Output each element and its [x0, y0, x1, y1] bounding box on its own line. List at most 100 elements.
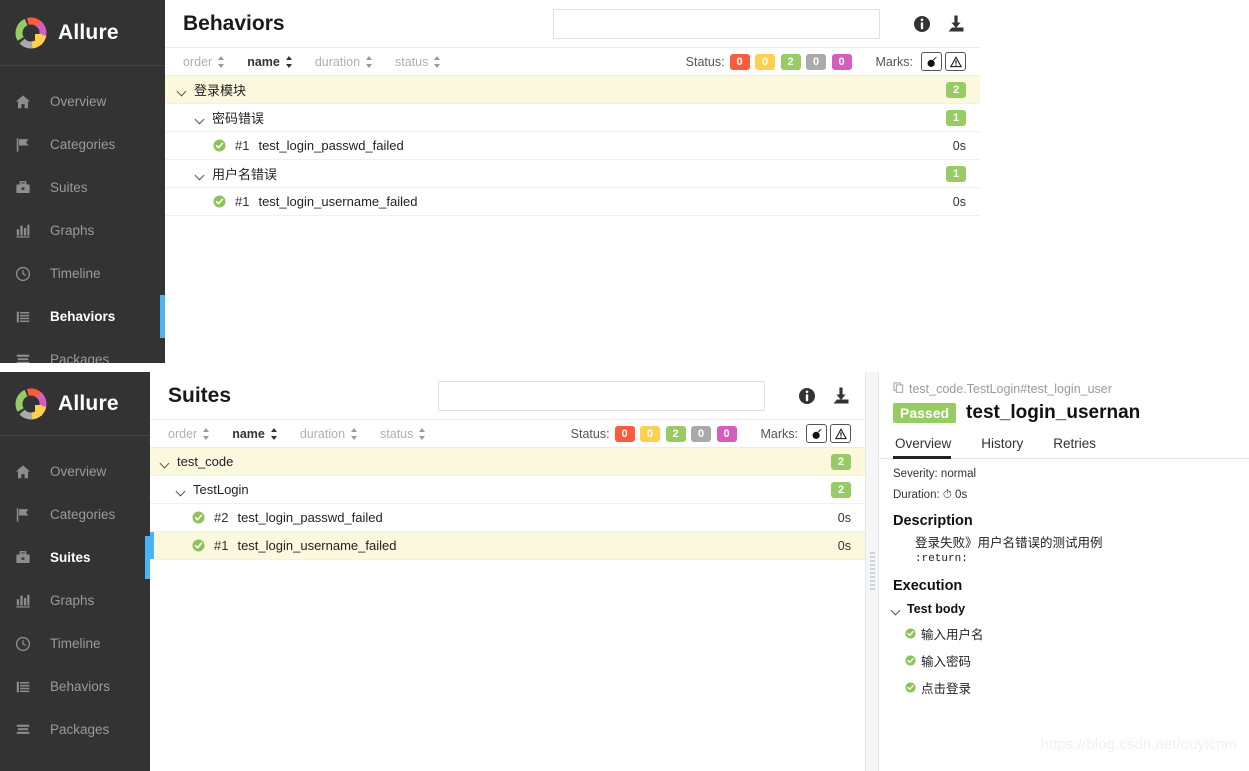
status-chip-passed[interactable]: 2: [665, 425, 686, 442]
sidebar-item-timeline[interactable]: Timeline: [0, 622, 150, 665]
sorter-name[interactable]: name: [232, 427, 278, 441]
search-input[interactable]: [439, 381, 764, 410]
sidebar-item-label: Categories: [50, 507, 116, 522]
status-chip-skipped[interactable]: 0: [806, 53, 827, 70]
status-chip-broken[interactable]: 0: [755, 53, 776, 70]
sorter-label: status: [380, 426, 414, 441]
tab-retries[interactable]: Retries: [1051, 436, 1110, 458]
sorter-name[interactable]: name: [247, 55, 293, 69]
table-row[interactable]: test_code 2: [150, 448, 865, 476]
brand-name: Allure: [58, 391, 119, 415]
clock-icon: ⏱: [942, 489, 952, 501]
table-row[interactable]: #1 test_login_passwd_failed 0s: [165, 132, 980, 160]
status-chip-passed[interactable]: 2: [780, 53, 801, 70]
passed-icon: [192, 539, 205, 552]
search-input[interactable]: [554, 9, 879, 38]
pane-resizer[interactable]: [865, 372, 879, 771]
behaviors-tree[interactable]: 登录模块 2 密码错误 1 #1 test_login_passwd_faile…: [165, 76, 980, 363]
sidebar-item-categories[interactable]: Categories: [0, 123, 165, 166]
sidebar-item-packages[interactable]: Packages: [0, 708, 150, 751]
sidebar-item-suites[interactable]: Suites: [0, 536, 150, 579]
sorter-duration[interactable]: duration: [315, 55, 373, 69]
brand-header[interactable]: Allure: [0, 0, 165, 66]
sidebar-item-behaviors[interactable]: Behaviors: [0, 665, 150, 708]
tab-history[interactable]: History: [979, 436, 1037, 458]
sidebar-item-graphs[interactable]: Graphs: [0, 209, 165, 252]
top-sort-bar: order name duration status Status: 0 0 2…: [165, 48, 980, 76]
test-body-toggle[interactable]: Test body: [879, 594, 1249, 616]
resizer-grip[interactable]: [869, 551, 875, 592]
search-box[interactable]: [438, 380, 765, 411]
download-icon[interactable]: [946, 14, 966, 34]
test-step[interactable]: 输入用户名: [879, 616, 1249, 643]
sidebar-item-behaviors[interactable]: Behaviors: [0, 295, 165, 338]
sorter-order[interactable]: order: [183, 55, 225, 69]
status-chip-failed[interactable]: 0: [614, 425, 635, 442]
bottom-tree-pane: Suites order name duration status Status…: [150, 372, 865, 771]
sidebar-item-packages[interactable]: Packages: [0, 338, 165, 363]
info-icon[interactable]: [797, 386, 817, 406]
table-row[interactable]: #2 test_login_passwd_failed 0s: [150, 504, 865, 532]
breadcrumb-text: test_code.TestLogin#test_login_user: [909, 382, 1112, 396]
brand-name: Allure: [58, 20, 119, 44]
tab-overview[interactable]: Overview: [893, 436, 965, 459]
table-row[interactable]: 登录模块 2: [165, 76, 980, 104]
sidebar-item-overview[interactable]: Overview: [0, 450, 150, 493]
status-chip-skipped[interactable]: 0: [691, 425, 712, 442]
copy-icon[interactable]: [893, 382, 904, 396]
sorter-label: duration: [299, 426, 346, 441]
layers-icon: [15, 722, 41, 738]
info-icon[interactable]: [912, 14, 932, 34]
table-row[interactable]: 密码错误 1: [165, 104, 980, 132]
flag-icon: [15, 507, 41, 523]
suites-tree[interactable]: test_code 2 TestLogin 2 #2 test_login_pa…: [150, 448, 865, 771]
sort-arrows-icon: [218, 55, 225, 68]
test-step[interactable]: 输入密码: [879, 643, 1249, 670]
sidebar-item-overview[interactable]: Overview: [0, 80, 165, 123]
status-filter-bottom: Status: 0 0 2 0 0: [571, 425, 739, 442]
sorter-duration[interactable]: duration: [300, 427, 358, 441]
status-chip-broken[interactable]: 0: [640, 425, 661, 442]
sidebar-item-categories[interactable]: Categories: [0, 493, 150, 536]
test-steps: 输入用户名 输入密码 点击登录: [879, 616, 1249, 697]
status-chip-unknown[interactable]: 0: [716, 425, 737, 442]
sidebar-item-label: Behaviors: [50, 309, 116, 324]
flaky-warning-icon[interactable]: [830, 424, 851, 443]
sidebar-item-graphs[interactable]: Graphs: [0, 579, 150, 622]
sort-arrows-icon: [351, 427, 358, 440]
flaky-warning-icon[interactable]: [945, 52, 966, 71]
download-icon[interactable]: [831, 386, 851, 406]
test-step-label: 输入用户名: [921, 627, 984, 642]
home-icon: [15, 94, 41, 110]
search-box[interactable]: [553, 8, 880, 39]
passed-icon: [192, 511, 205, 524]
bomb-icon[interactable]: [806, 424, 827, 443]
status-badge: Passed: [893, 403, 957, 423]
sorter-status[interactable]: status: [380, 427, 426, 441]
table-row[interactable]: TestLogin 2: [150, 476, 865, 504]
status-chips-top: 0 0 2 0 0: [729, 53, 854, 70]
breadcrumb[interactable]: test_code.TestLogin#test_login_user: [879, 380, 1249, 402]
bomb-icon[interactable]: [921, 52, 942, 71]
row-order: #1: [214, 538, 229, 553]
status-caption: Status:: [685, 54, 725, 69]
sorter-order[interactable]: order: [168, 427, 210, 441]
test-step[interactable]: 点击登录: [879, 670, 1249, 697]
status-filter-top: Status: 0 0 2 0 0: [685, 53, 854, 70]
table-row[interactable]: #1 test_login_username_failed 0s: [150, 532, 865, 560]
test-body-label: Test body: [907, 601, 966, 616]
table-row[interactable]: #1 test_login_username_failed 0s: [165, 188, 980, 216]
detail-title-line: Passed test_login_usernan: [879, 402, 1249, 424]
marks-caption: Marks:: [760, 426, 799, 441]
sidebar-item-suites[interactable]: Suites: [0, 166, 165, 209]
brand-header-bottom[interactable]: Allure: [0, 372, 150, 436]
table-row[interactable]: 用户名错误 1: [165, 160, 980, 188]
row-name: 密码错误: [212, 111, 265, 126]
execution-header: Execution: [893, 577, 963, 594]
sorter-status[interactable]: status: [395, 55, 441, 69]
test-step-label: 点击登录: [921, 681, 972, 696]
status-chip-unknown[interactable]: 0: [831, 53, 852, 70]
status-chip-failed[interactable]: 0: [729, 53, 750, 70]
row-count-badge: 1: [946, 165, 966, 182]
sidebar-item-timeline[interactable]: Timeline: [0, 252, 165, 295]
